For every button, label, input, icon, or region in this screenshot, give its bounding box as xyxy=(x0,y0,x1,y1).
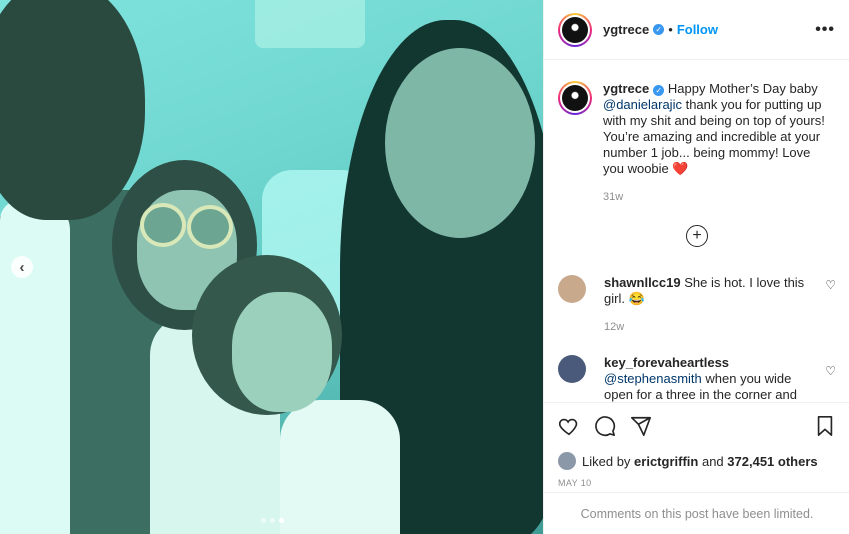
photo-sunglasses-left xyxy=(140,203,186,247)
likes-summary: Liked by erictgriffin and 372,451 others xyxy=(558,452,836,470)
liker-username[interactable]: erictgriffin xyxy=(634,454,698,469)
photo-toddler-face xyxy=(232,292,332,412)
comments-limited-notice: Comments on this post have been limited. xyxy=(544,492,849,534)
comment-avatar[interactable] xyxy=(558,355,586,383)
photo-sunglasses-right xyxy=(187,205,233,249)
header-separator: • xyxy=(668,22,673,37)
verified-badge-icon: ✓ xyxy=(653,85,665,96)
caption-mention-link[interactable]: @danielarajic xyxy=(603,97,682,112)
follow-button[interactable]: Follow xyxy=(677,22,718,37)
likes-prefix: Liked by xyxy=(582,453,631,469)
post-actions: Liked by erictgriffin and 372,451 others… xyxy=(544,402,849,488)
comment-body: shawnllcc19 She is hot. I love this girl… xyxy=(604,275,809,335)
caption-avatar-image xyxy=(562,85,588,111)
photo-toddler-body xyxy=(280,400,400,534)
post-side-panel: ygtrece ✓ • Follow ••• ygtrece ✓ Happy Mo… xyxy=(543,0,849,534)
caption-username[interactable]: ygtrece xyxy=(603,81,649,96)
heart-icon[interactable] xyxy=(558,415,580,437)
photo-man-shirt xyxy=(0,200,70,534)
comments-scroll[interactable]: ygtrece ✓ Happy Mother’s Day baby @daniel… xyxy=(544,61,849,402)
comment-username[interactable]: shawnllcc19 xyxy=(604,275,681,290)
comment-icon[interactable] xyxy=(594,415,616,437)
carousel-dot-active xyxy=(279,518,284,523)
post-date[interactable]: MAY 10 xyxy=(558,478,836,488)
caption-text-start: Happy Mother’s Day baby xyxy=(667,81,818,96)
likes-and: and xyxy=(701,453,724,469)
author-username[interactable]: ygtrece xyxy=(603,22,649,37)
caption-age: 31w xyxy=(603,191,624,203)
more-options-icon[interactable]: ••• xyxy=(815,21,835,39)
bookmark-icon[interactable] xyxy=(814,415,836,437)
liker-avatar[interactable] xyxy=(558,452,576,470)
likes-count[interactable]: 372,451 others xyxy=(727,454,817,469)
caption-body: ygtrece ✓ Happy Mother’s Day baby @daniel… xyxy=(603,81,833,205)
photo-man-head xyxy=(0,0,145,220)
share-icon[interactable] xyxy=(630,415,652,437)
author-avatar-inner xyxy=(560,14,590,45)
heart-emoji: ❤️ xyxy=(672,161,689,176)
plus-circle-icon[interactable]: + xyxy=(686,225,708,247)
heart-icon[interactable]: ♡ xyxy=(825,364,836,378)
photo-woman-face xyxy=(385,48,535,238)
caption-avatar-inner xyxy=(560,83,590,113)
comment-avatar[interactable] xyxy=(558,275,586,303)
verified-badge-icon: ✓ xyxy=(653,24,665,35)
load-more-comments[interactable]: + xyxy=(544,225,849,247)
heart-icon[interactable]: ♡ xyxy=(825,278,836,292)
comment-item: key_forevaheartless @stephenasmith when … xyxy=(544,355,849,402)
chevron-left-icon[interactable]: ‹ xyxy=(11,256,33,278)
comment-username[interactable]: key_forevaheartless xyxy=(604,355,729,370)
action-icons xyxy=(558,413,836,439)
comment-body: key_forevaheartless @stephenasmith when … xyxy=(604,355,809,402)
caption-avatar[interactable] xyxy=(558,81,592,115)
carousel-dot xyxy=(270,518,275,523)
post-header: ygtrece ✓ • Follow ••• xyxy=(544,0,849,60)
carousel-dots xyxy=(261,518,284,523)
comment-item: shawnllcc19 She is hot. I love this girl… xyxy=(544,275,849,335)
author-avatar[interactable] xyxy=(558,12,592,47)
post-caption: ygtrece ✓ Happy Mother’s Day baby @daniel… xyxy=(544,61,849,205)
post-photo[interactable]: ‹ xyxy=(0,0,543,534)
comment-mention-link[interactable]: @stephenasmith xyxy=(604,371,702,386)
comment-age: 12w xyxy=(604,321,625,333)
photo-ceiling-art xyxy=(255,0,365,48)
carousel-dot xyxy=(261,518,266,523)
author-avatar-image xyxy=(562,16,588,43)
